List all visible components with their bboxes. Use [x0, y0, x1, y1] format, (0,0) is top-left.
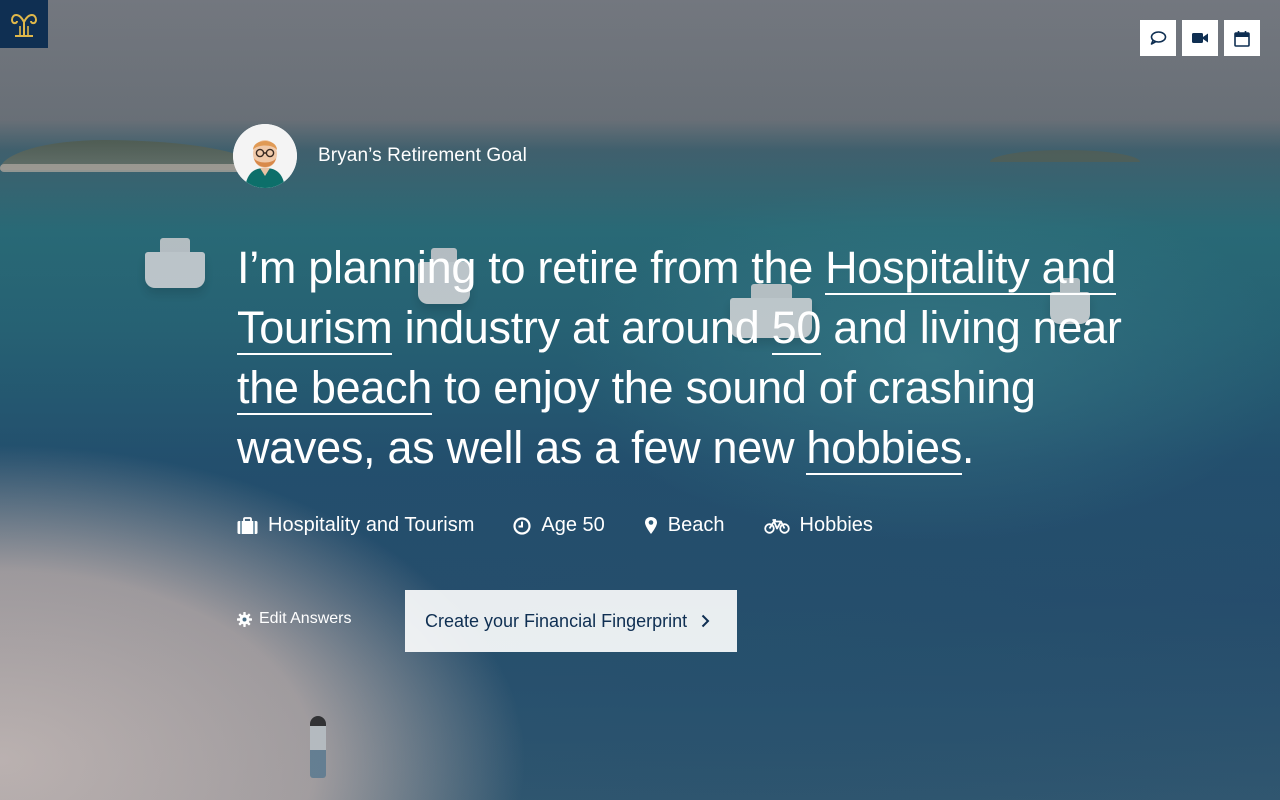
statement-text: I’m planning to retire from the	[237, 242, 826, 293]
capital-logo-icon	[10, 14, 38, 37]
goal-header: Bryan’s Retirement Goal	[233, 124, 527, 188]
avatar	[233, 124, 297, 188]
tag-label: Hospitality and Tourism	[268, 514, 475, 536]
statement-text: .	[961, 422, 975, 473]
edit-answers-label: Edit Answers	[259, 610, 352, 627]
tag-label: Age 50	[541, 514, 605, 536]
clock-icon	[513, 516, 531, 535]
tag-industry: Hospitality and Tourism	[237, 514, 474, 537]
location-answer-link[interactable]: the beach	[237, 362, 432, 415]
tag-label: Hobbies	[799, 514, 873, 536]
briefcase-icon	[237, 516, 258, 534]
tag-label: Beach	[667, 514, 725, 536]
calendar-button[interactable]	[1224, 20, 1260, 56]
top-actions	[1140, 20, 1260, 56]
statement-text: and living near	[821, 302, 1122, 353]
tag-activity: Hobbies	[763, 514, 873, 537]
cta-label: Create your Financial Fingerprint	[425, 610, 688, 631]
calendar-icon	[1234, 30, 1250, 47]
answer-tags: Hospitality and Tourism Age 50 Beach Hob…	[237, 514, 912, 537]
map-pin-icon	[644, 517, 657, 534]
tag-age: Age 50	[513, 514, 605, 537]
chat-button[interactable]	[1140, 20, 1176, 56]
gear-icon	[237, 611, 252, 627]
video-icon	[1192, 33, 1208, 43]
statement-text: industry at around	[392, 302, 772, 353]
video-button[interactable]	[1182, 20, 1218, 56]
age-answer-link[interactable]: 50	[771, 302, 821, 355]
edit-answers-button[interactable]: Edit Answers	[237, 610, 351, 628]
hero-background: Bryan’s Retirement Goal I’m planning to …	[0, 0, 1280, 800]
brand-logo[interactable]	[0, 0, 48, 48]
create-fingerprint-button[interactable]: Create your Financial Fingerprint	[405, 590, 737, 652]
bicycle-icon	[763, 518, 790, 534]
chat-icon	[1150, 31, 1167, 45]
tag-location: Beach	[644, 514, 725, 537]
retirement-statement: I’m planning to retire from the Hospital…	[237, 238, 1137, 478]
goal-title: Bryan’s Retirement Goal	[318, 145, 527, 166]
chevron-right-icon	[701, 614, 710, 628]
bryan-avatar	[233, 124, 297, 188]
activity-answer-link[interactable]: hobbies	[806, 422, 962, 475]
